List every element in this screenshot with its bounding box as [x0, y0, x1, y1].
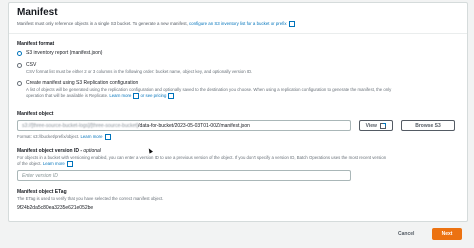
option-replication-description-2: operation that will be available is Repl… [26, 93, 175, 99]
radio-csv[interactable] [17, 63, 22, 68]
cancel-button[interactable]: Cancel [398, 231, 414, 237]
panel-description-text: Manifest must only reference objects in … [17, 21, 189, 27]
manifest-object-label: Manifest object [17, 111, 54, 117]
option-replication-label[interactable]: Create manifest using S3 Replication con… [26, 80, 138, 86]
format-hint-text: Format: s3://bucket/prefix/object. [17, 134, 81, 140]
manifest-panel: Manifest Manifest must only reference ob… [8, 2, 468, 222]
replication-learn-more-link[interactable]: Learn more [109, 93, 131, 98]
manifest-format-label: Manifest format [17, 41, 55, 47]
panel-description: Manifest must only reference objects in … [17, 21, 295, 27]
option-s3-inventory-label[interactable]: S3 inventory report (manifest.json) [26, 50, 102, 56]
external-link-icon [168, 93, 175, 99]
version-id-description-2-text: of the object. [17, 161, 43, 167]
option-replication-description-2-text: operation that will be available is Repl… [26, 93, 110, 99]
manifest-object-hint: Format: s3://bucket/prefix/object. Learn… [17, 134, 111, 140]
browse-s3-button[interactable]: Browse S3 [401, 120, 455, 131]
etag-label: Manifest object ETag [17, 189, 67, 195]
panel-title: Manifest [17, 7, 58, 18]
option-csv-label[interactable]: CSV [26, 62, 36, 68]
radio-replication-config[interactable] [17, 81, 22, 86]
version-id-optional: optional [83, 148, 101, 154]
version-id-label-text: Manifest object version ID - [17, 148, 84, 154]
radio-s3-inventory[interactable] [17, 51, 22, 56]
version-id-description-2: of the object. Learn more [17, 161, 73, 167]
manifest-object-value-blurred: s3://[three-source-bucket-logs]/[three-s… [22, 123, 139, 129]
option-csv-description: CSV format list must be either 2 or 3 co… [26, 69, 253, 74]
divider [9, 33, 467, 34]
view-button[interactable]: View [359, 120, 393, 131]
manifest-object-input[interactable]: s3://[three-source-bucket-logs]/[three-s… [17, 120, 351, 131]
version-id-input[interactable]: Enter version ID [17, 170, 351, 181]
external-link-icon [380, 122, 387, 129]
version-id-label: Manifest object version ID - optional [17, 148, 101, 154]
external-link-icon [66, 161, 73, 167]
external-link-icon [104, 134, 111, 140]
inventory-list-link[interactable]: configure an S3 inventory list for a buc… [189, 21, 287, 26]
see-pricing-text[interactable]: or see pricing [141, 93, 167, 98]
etag-description: The ETag is used to verify that you have… [17, 196, 164, 201]
etag-value: 9f24b2da5c80ea3235e621e052be [17, 205, 94, 211]
manifest-object-value: /data-for-bucket/2023-05-03T01-00Z/manif… [138, 123, 250, 129]
option-replication-description: A list of objects will be generated usin… [26, 87, 392, 92]
external-link-icon [288, 21, 295, 27]
format-learn-more-link[interactable]: Learn more [81, 134, 103, 139]
external-link-icon [133, 93, 140, 99]
next-button[interactable]: Next [432, 228, 462, 240]
version-id-learn-more-link[interactable]: Learn more [43, 161, 65, 166]
version-id-description: For objects in a bucket with versioning … [17, 155, 387, 160]
view-button-label: View [365, 123, 377, 129]
